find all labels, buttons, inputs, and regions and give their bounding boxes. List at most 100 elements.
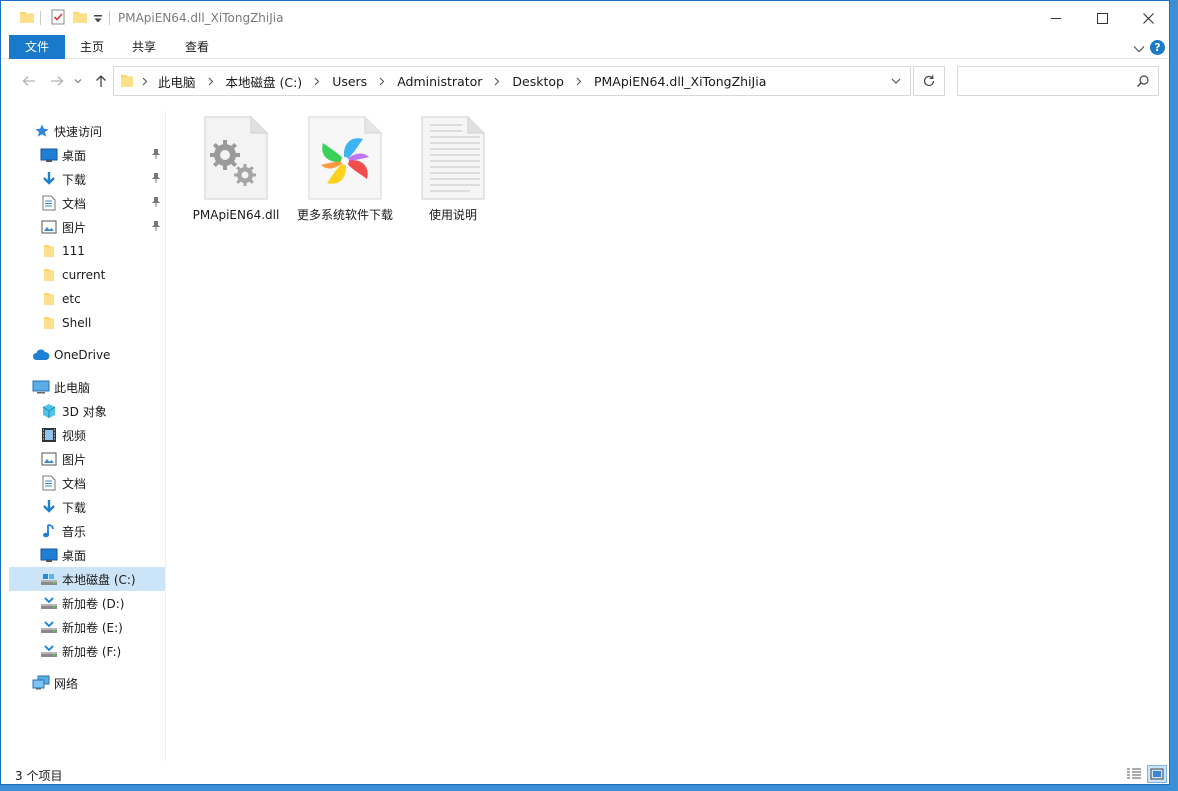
- recent-locations-icon[interactable]: [71, 71, 85, 91]
- file-item[interactable]: PMApiEN64.dll: [188, 115, 284, 223]
- file-name: PMApiEN64.dll: [192, 208, 280, 222]
- text-file-icon: [420, 115, 486, 201]
- breadcrumb-separator-icon[interactable]: [566, 77, 592, 86]
- search-input[interactable]: [958, 67, 1128, 95]
- breadcrumb-administrator[interactable]: Administrator: [395, 74, 484, 89]
- maximize-button[interactable]: [1079, 1, 1125, 35]
- sidebar-item-label: 桌面: [62, 148, 87, 163]
- dll-gear-icon: [203, 115, 269, 201]
- sidebar-item-desktop[interactable]: 桌面: [9, 143, 165, 167]
- music-icon: [40, 522, 58, 540]
- sidebar-item-pc-documents[interactable]: 文档: [9, 471, 165, 495]
- close-button[interactable]: [1125, 1, 1169, 35]
- back-button[interactable]: [19, 71, 39, 91]
- tab-home[interactable]: 主页: [71, 35, 113, 59]
- sidebar-item-drive-d[interactable]: 新加卷 (D:): [9, 591, 165, 615]
- pin-icon[interactable]: [151, 172, 161, 187]
- details-view-button[interactable]: [1124, 765, 1144, 783]
- folder-icon: [40, 314, 58, 332]
- file-item[interactable]: 更多系统软件下载: [297, 115, 393, 223]
- star-icon: [33, 122, 51, 140]
- sidebar-item-label: 新加卷 (F:): [62, 644, 122, 659]
- pin-icon[interactable]: [151, 196, 161, 211]
- sidebar-item-pc-desktop[interactable]: 桌面: [9, 543, 165, 567]
- folder-icon: [40, 290, 58, 308]
- sidebar-item-label: 图片: [62, 220, 87, 235]
- forward-button[interactable]: [47, 71, 67, 91]
- breadcrumb-users[interactable]: Users: [330, 74, 369, 89]
- file-item[interactable]: 使用说明: [405, 115, 501, 223]
- file-name: 更多系统软件下载: [297, 208, 394, 222]
- sidebar-item-quick-access[interactable]: 快速访问: [9, 119, 165, 143]
- sidebar-item-documents[interactable]: 文档: [9, 191, 165, 215]
- refresh-button[interactable]: [913, 66, 945, 96]
- address-bar[interactable]: 此电脑 本地磁盘 (C:) Users Administrator Deskto…: [113, 66, 911, 96]
- search-icon[interactable]: [1136, 74, 1150, 91]
- breadcrumb-current-folder[interactable]: PMApiEN64.dll_XiTongZhiJia: [592, 74, 768, 89]
- drive-icon: [40, 594, 58, 612]
- sidebar-item-label: 快速访问: [54, 124, 103, 139]
- breadcrumb-separator-icon[interactable]: [369, 77, 395, 86]
- tab-view[interactable]: 查看: [176, 35, 218, 59]
- sidebar-item-3d-objects[interactable]: 3D 对象: [9, 399, 165, 423]
- desktop-icon: [40, 146, 58, 164]
- address-dropdown-icon[interactable]: [882, 67, 910, 95]
- pinwheel-icon: [307, 115, 383, 201]
- sidebar-item-downloads[interactable]: 下载: [9, 167, 165, 191]
- file-list-area[interactable]: PMApiEN64.dll 更多系统软件下载 使用说明: [169, 103, 1169, 759]
- refresh-icon: [923, 75, 935, 87]
- ribbon-tabs: 文件 主页 共享 查看 ?: [1, 35, 1169, 59]
- navigation-pane: 快速访问 桌面 下载 文档 图片 111 current etc Shell O…: [9, 111, 166, 761]
- sidebar-item-pictures[interactable]: 图片: [9, 215, 165, 239]
- breadcrumb-local-disk-c[interactable]: 本地磁盘 (C:): [224, 72, 305, 91]
- large-icons-view-button[interactable]: [1147, 765, 1167, 783]
- breadcrumb-desktop[interactable]: Desktop: [510, 74, 566, 89]
- sidebar-item-drive-c[interactable]: 本地磁盘 (C:): [9, 567, 165, 591]
- search-box[interactable]: [957, 66, 1159, 96]
- tab-share[interactable]: 共享: [123, 35, 165, 59]
- sidebar-item-videos[interactable]: 视频: [9, 423, 165, 447]
- large-icons-view-icon: [1150, 768, 1164, 780]
- sidebar-item-label: 下载: [62, 500, 87, 515]
- sidebar-item-label: 3D 对象: [62, 404, 107, 419]
- breadcrumb-separator-icon[interactable]: [304, 77, 330, 86]
- sidebar-item-label: current: [62, 268, 106, 282]
- breadcrumb-separator-icon[interactable]: [198, 77, 224, 86]
- sidebar-item-this-pc[interactable]: 此电脑: [9, 375, 165, 399]
- properties-icon[interactable]: [50, 9, 66, 28]
- sidebar-item-label: 音乐: [62, 524, 87, 539]
- pin-icon[interactable]: [151, 220, 161, 235]
- help-icon[interactable]: ?: [1150, 40, 1165, 55]
- sidebar-item-network[interactable]: 网络: [9, 671, 165, 695]
- quick-access-dropdown-icon[interactable]: [93, 13, 103, 27]
- sidebar-item-label: 视频: [62, 428, 87, 443]
- sidebar-item-music[interactable]: 音乐: [9, 519, 165, 543]
- sidebar-item-label: 图片: [62, 452, 87, 467]
- sidebar-item-drive-f[interactable]: 新加卷 (F:): [9, 639, 165, 663]
- minimize-button[interactable]: [1033, 1, 1079, 35]
- expand-ribbon-icon[interactable]: [1133, 42, 1145, 56]
- pin-icon[interactable]: [151, 148, 161, 163]
- tab-file[interactable]: 文件: [9, 35, 65, 59]
- download-icon: [40, 498, 58, 516]
- status-bar: 3 个项目: [1, 762, 1169, 784]
- sidebar-item-pc-pictures[interactable]: 图片: [9, 447, 165, 471]
- sidebar-item-folder-current[interactable]: current: [9, 263, 165, 287]
- sidebar-item-onedrive[interactable]: OneDrive: [9, 343, 165, 367]
- sidebar-item-folder-111[interactable]: 111: [9, 239, 165, 263]
- breadcrumb-separator-icon[interactable]: [140, 77, 156, 86]
- breadcrumb-separator-icon[interactable]: [484, 77, 510, 86]
- sidebar-item-drive-e[interactable]: 新加卷 (E:): [9, 615, 165, 639]
- sidebar-item-label: etc: [62, 292, 81, 306]
- sidebar-item-folder-etc[interactable]: etc: [9, 287, 165, 311]
- sidebar-item-label: 下载: [62, 172, 87, 187]
- up-button[interactable]: [91, 71, 111, 91]
- new-folder-icon[interactable]: [72, 9, 88, 28]
- drive-icon: [40, 570, 58, 588]
- sidebar-item-pc-downloads[interactable]: 下载: [9, 495, 165, 519]
- sidebar-item-label: 111: [62, 244, 85, 258]
- sidebar-item-label: Shell: [62, 316, 92, 330]
- sidebar-item-folder-shell[interactable]: Shell: [9, 311, 165, 335]
- 3d-objects-icon: [40, 402, 58, 420]
- breadcrumb-this-pc[interactable]: 此电脑: [156, 72, 198, 91]
